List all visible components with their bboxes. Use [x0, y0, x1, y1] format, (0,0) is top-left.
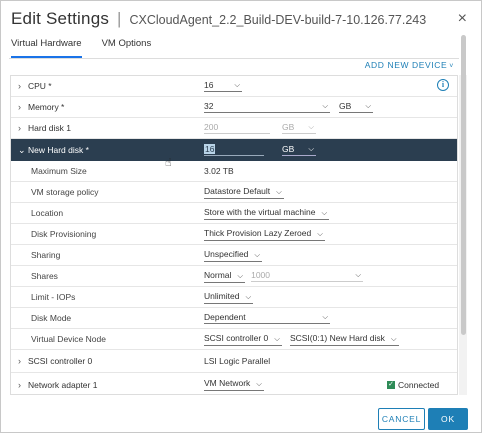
- row-virtual-device-node: Virtual Device Node SCSI controller 0 ⌵ S…: [11, 329, 457, 350]
- row-new-hard-disk[interactable]: ⌄ New Hard disk * 16 GB ⌵: [11, 139, 457, 161]
- maximum-size-label: Maximum Size: [31, 166, 87, 176]
- cancel-button[interactable]: CANCEL: [378, 408, 425, 430]
- scsi-node-select[interactable]: SCSI(0:1) New Hard disk ⌵: [289, 332, 399, 346]
- disk-provisioning-select[interactable]: Thick Provision Lazy Zeroed ⌵: [204, 228, 325, 241]
- hard-disk-1-size-input[interactable]: 200: [204, 122, 270, 134]
- storage-policy-label: VM storage policy: [31, 187, 99, 197]
- hard-disk-1-unit: GB: [282, 122, 295, 132]
- vm-name: CXCloudAgent_2.2_Build-DEV-build-7-10.12…: [129, 13, 427, 27]
- hard-disk-1-unit-select[interactable]: GB ⌵: [282, 122, 316, 134]
- title-separator: |: [117, 9, 122, 28]
- tab-divider: [9, 58, 459, 59]
- storage-policy-select[interactable]: Datastore Default ⌵: [204, 186, 284, 199]
- tab-vm-options[interactable]: VM Options: [102, 38, 152, 58]
- dialog-header: Edit Settings | CXCloudAgent_2.2_Build-D…: [11, 9, 426, 31]
- shares-value: Normal: [204, 269, 232, 280]
- network-value: VM Network: [204, 378, 251, 388]
- scsi-controller-type: LSI Logic Parallel: [204, 356, 271, 366]
- scrollbar-thumb[interactable]: [461, 35, 466, 335]
- disk-mode-select[interactable]: Dependent ⌵: [204, 312, 330, 324]
- memory-unit-select[interactable]: GB ⌵: [339, 101, 373, 113]
- row-scsi-controller: › SCSI controller 0 LSI Logic Parallel: [11, 350, 457, 373]
- row-network-adapter: › Network adapter 1 VM Network ⌵ ✓ Connec…: [11, 373, 457, 394]
- row-disk-mode: Disk Mode Dependent ⌵: [11, 308, 457, 329]
- sharing-value: Unspecified: [204, 248, 249, 259]
- chevron-right-icon[interactable]: ›: [18, 123, 21, 133]
- memory-unit: GB: [339, 101, 352, 111]
- row-sharing: Sharing Unspecified ⌵: [11, 245, 457, 266]
- row-shares: Shares Normal ⌵ 1000 ⌵: [11, 266, 457, 287]
- chevron-down-icon[interactable]: ⌄: [18, 145, 26, 156]
- location-select[interactable]: Store with the virtual machine ⌵: [204, 206, 330, 220]
- network-select[interactable]: VM Network ⌵: [204, 378, 264, 391]
- shares-select[interactable]: Normal ⌵: [204, 269, 246, 283]
- sharing-label: Sharing: [31, 250, 61, 260]
- edit-settings-dialog: Edit Settings | CXCloudAgent_2.2_Build-D…: [0, 0, 482, 433]
- new-hard-disk-unit-select[interactable]: GB ⌵: [282, 144, 316, 156]
- row-location: Location Store with the virtual machine ⌵: [11, 203, 457, 224]
- row-disk-provisioning: Disk Provisioning Thick Provision Lazy Z…: [11, 224, 457, 245]
- ok-button[interactable]: OK: [428, 408, 468, 430]
- chevron-right-icon[interactable]: ›: [18, 81, 21, 91]
- connected-label: Connected: [398, 379, 440, 390]
- disk-provisioning-label: Disk Provisioning: [31, 229, 97, 239]
- connected-checkbox[interactable]: ✓ Connected: [387, 380, 439, 390]
- row-maximum-size: Maximum Size 3.02 TB: [11, 161, 457, 182]
- close-icon[interactable]: ×: [458, 10, 467, 28]
- chevron-right-icon[interactable]: ›: [18, 380, 21, 390]
- new-hard-disk-unit: GB: [282, 144, 295, 154]
- scsi-controller-label: SCSI controller 0: [28, 356, 93, 366]
- row-hard-disk-1: › Hard disk 1 200 GB ⌵: [11, 118, 457, 139]
- row-limit-iops: Limit - IOPs Unlimited ⌵: [11, 287, 457, 308]
- location-value: Store with the virtual machine: [204, 206, 316, 217]
- row-memory: › Memory * 32 ⌵ GB ⌵: [11, 97, 457, 118]
- cpu-value: 16: [204, 80, 214, 90]
- chevron-right-icon[interactable]: ›: [18, 356, 21, 366]
- limit-iops-label: Limit - IOPs: [31, 292, 76, 302]
- sharing-select[interactable]: Unspecified ⌵: [204, 248, 263, 262]
- add-new-device-label: ADD NEW DEVICE: [364, 60, 448, 70]
- disk-mode-value: Dependent: [204, 312, 246, 322]
- shares-amount-select[interactable]: 1000 ⌵: [251, 270, 364, 282]
- tab-bar: Virtual Hardware VM Options: [11, 38, 171, 58]
- disk-provisioning-value: Thick Provision Lazy Zeroed: [204, 227, 312, 238]
- scsi-node-value: SCSI(0:1) New Hard disk: [289, 332, 385, 343]
- new-hard-disk-size-input[interactable]: 16: [204, 144, 264, 156]
- memory-select[interactable]: 32 ⌵: [204, 101, 330, 113]
- disk-mode-label: Disk Mode: [31, 313, 72, 323]
- memory-label: Memory *: [28, 102, 65, 112]
- chevron-right-icon[interactable]: ›: [18, 102, 21, 112]
- add-new-device-button[interactable]: ADD NEW DEVICE ˅: [365, 60, 454, 70]
- mouse-cursor-icon: ☝: [165, 157, 172, 169]
- limit-iops-value: Unlimited: [204, 290, 240, 301]
- new-hard-disk-size-value: 16: [204, 144, 216, 154]
- info-icon[interactable]: i: [437, 79, 449, 91]
- storage-policy-value: Datastore Default: [204, 185, 271, 196]
- shares-amount: 1000: [251, 270, 271, 280]
- checkbox-checked-icon: ✓: [387, 380, 395, 389]
- tab-virtual-hardware[interactable]: Virtual Hardware: [11, 38, 82, 58]
- cpu-select[interactable]: 16 ⌵: [204, 80, 242, 92]
- shares-label: Shares: [31, 271, 58, 281]
- hardware-list: › CPU * 16 ⌵ i › Memory * 32 ⌵ GB ⌵ › Hard …: [10, 75, 458, 395]
- new-hard-disk-label: New Hard disk *: [28, 145, 89, 155]
- cpu-label: CPU *: [28, 81, 52, 91]
- memory-value: 32: [204, 101, 214, 111]
- maximum-size-value: 3.02 TB: [204, 166, 234, 176]
- dialog-title: Edit Settings: [11, 9, 110, 28]
- limit-iops-select[interactable]: Unlimited ⌵: [204, 290, 254, 304]
- virtual-device-node-label: Virtual Device Node: [31, 334, 106, 344]
- hard-disk-1-label: Hard disk 1: [28, 123, 71, 133]
- scsi-controller-value: SCSI controller 0: [204, 332, 269, 343]
- chevron-down-icon: ˅: [449, 63, 454, 70]
- row-cpu: › CPU * 16 ⌵ i: [11, 76, 457, 97]
- location-label: Location: [31, 208, 64, 218]
- scsi-controller-select[interactable]: SCSI controller 0 ⌵: [204, 333, 282, 346]
- row-storage-policy: VM storage policy Datastore Default ⌵: [11, 182, 457, 203]
- network-adapter-label: Network adapter 1: [28, 379, 98, 390]
